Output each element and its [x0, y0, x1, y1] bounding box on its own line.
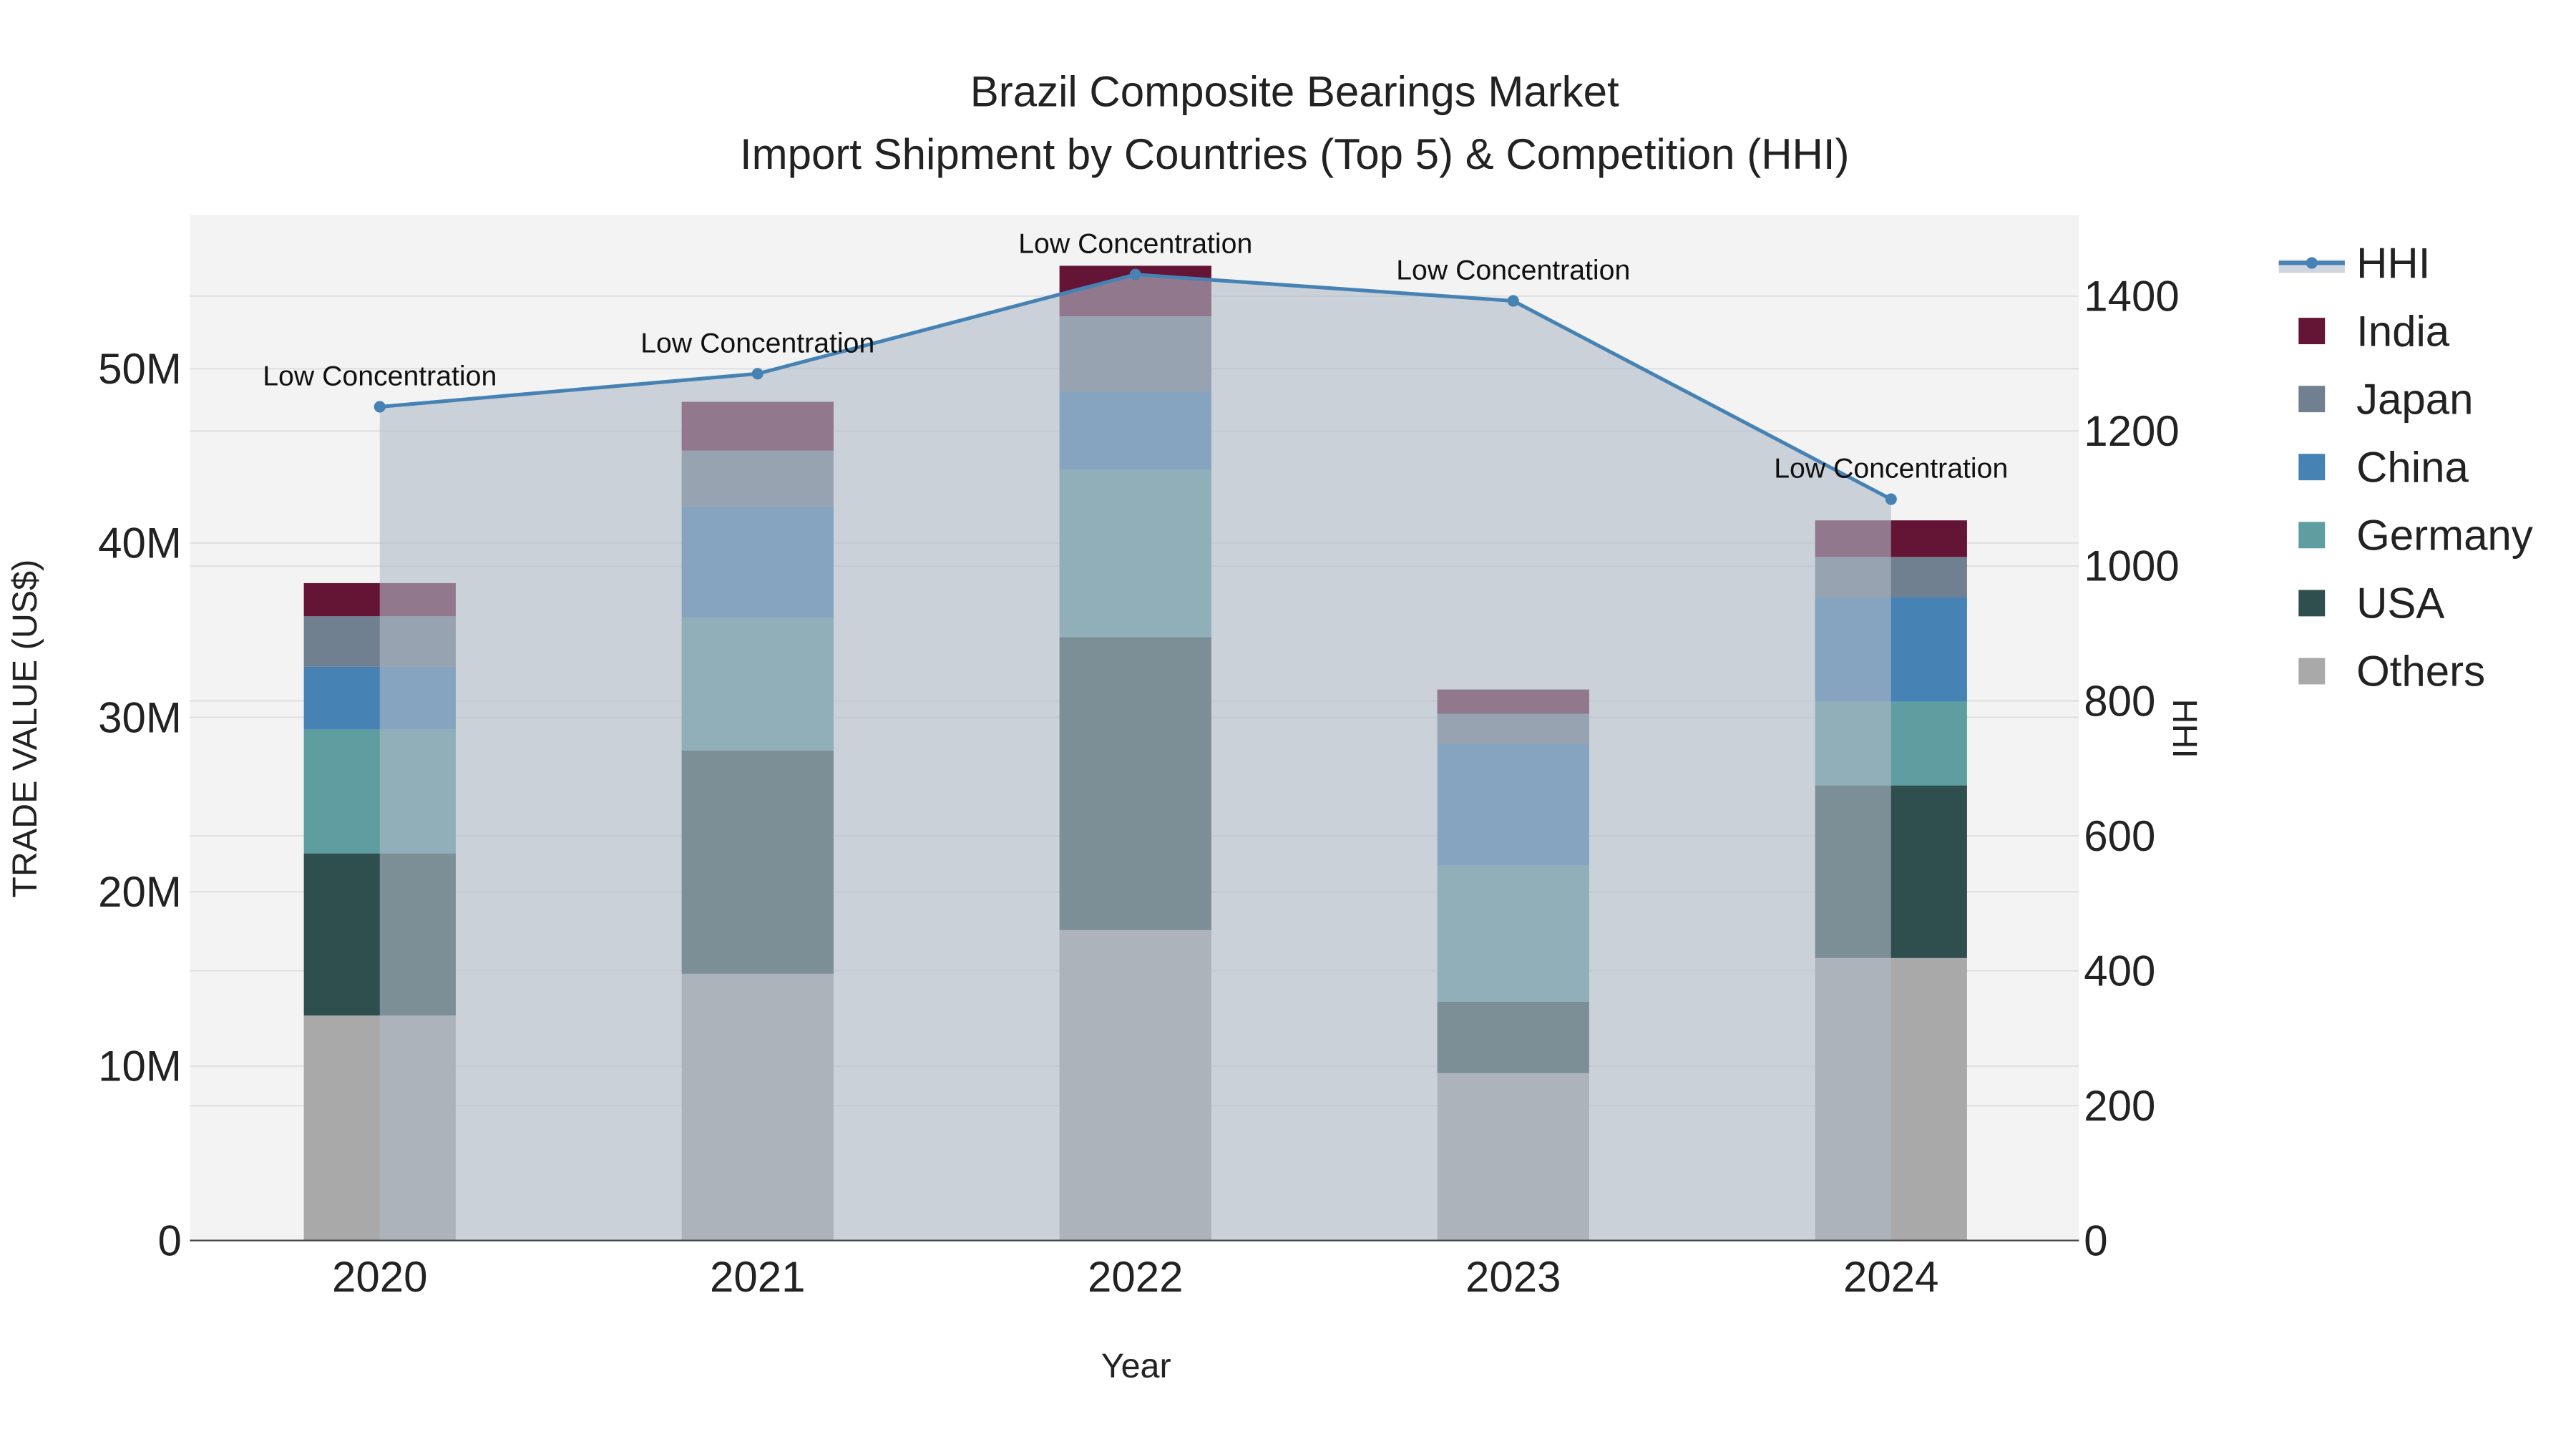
hhi-point[interactable] — [1129, 268, 1141, 280]
legend-label: India — [2356, 307, 2450, 355]
hhi-legend-marker-icon — [2306, 257, 2318, 269]
y2-tick-label: 200 — [2084, 1082, 2155, 1130]
legend-label: HHI — [2356, 239, 2430, 287]
y2-tick-label: 600 — [2084, 812, 2155, 860]
y-tick-label: 40M — [98, 519, 182, 567]
chart: Low Concentration Low Concentration Low Co… — [0, 0, 2576, 1449]
y2-tick-label: 1200 — [2084, 407, 2179, 455]
legend-label: Germany — [2356, 512, 2533, 560]
legend-swatch — [2298, 454, 2326, 481]
y2-tick-label: 1400 — [2084, 273, 2179, 321]
x-tick-label: 2022 — [1088, 1253, 1183, 1301]
legend-label: Others — [2356, 648, 2485, 696]
y2-axis-title: HHI — [2165, 699, 2204, 758]
hhi-point[interactable] — [1885, 493, 1897, 505]
y2-tick-label: 800 — [2084, 677, 2155, 725]
hhi-area — [379, 274, 1891, 1241]
x-tick-label: 2023 — [1465, 1253, 1561, 1301]
y-tick-label: 30M — [98, 693, 182, 741]
legend-swatch — [2298, 658, 2326, 685]
x-axis-title: Year — [1101, 1347, 1171, 1385]
legend-label: China — [2356, 444, 2469, 492]
hhi-point[interactable] — [1507, 295, 1519, 307]
y-tick-label: 20M — [98, 868, 182, 916]
legend-label: Japan — [2356, 375, 2473, 423]
y-tick-label: 10M — [98, 1043, 182, 1091]
y-tick-label: 50M — [98, 345, 182, 393]
hhi-annotation: Low Concentration — [1018, 228, 1252, 260]
hhi-annotation: Low Concentration — [640, 327, 874, 358]
legend-swatch — [2298, 318, 2326, 345]
y2-tick-label: 0 — [2084, 1216, 2107, 1264]
x-tick-label: 2021 — [710, 1253, 805, 1301]
chart-subtitle: Import Shipment by Countries (Top 5) & C… — [740, 130, 1850, 178]
y2-tick-label: 400 — [2084, 947, 2155, 995]
hhi-annotation: Low Concentration — [1396, 254, 1630, 286]
legend-swatch — [2298, 386, 2326, 413]
hhi-point[interactable] — [751, 368, 763, 380]
legend-label: USA — [2356, 580, 2444, 628]
x-tick-label: 2020 — [332, 1253, 427, 1301]
hhi-point[interactable] — [374, 401, 386, 413]
legend-swatch — [2298, 590, 2326, 617]
chart-title: Brazil Composite Bearings Market — [970, 67, 1619, 115]
y2-tick-label: 1000 — [2084, 542, 2179, 590]
y-tick-label: 0 — [157, 1216, 181, 1264]
x-tick-label: 2024 — [1843, 1253, 1938, 1301]
hhi-annotation: Low Concentration — [263, 360, 497, 391]
y-axis-title: TRADE VALUE (US$) — [6, 560, 44, 898]
hhi-annotation: Low Concentration — [1774, 453, 2008, 484]
legend-swatch — [2298, 522, 2326, 549]
